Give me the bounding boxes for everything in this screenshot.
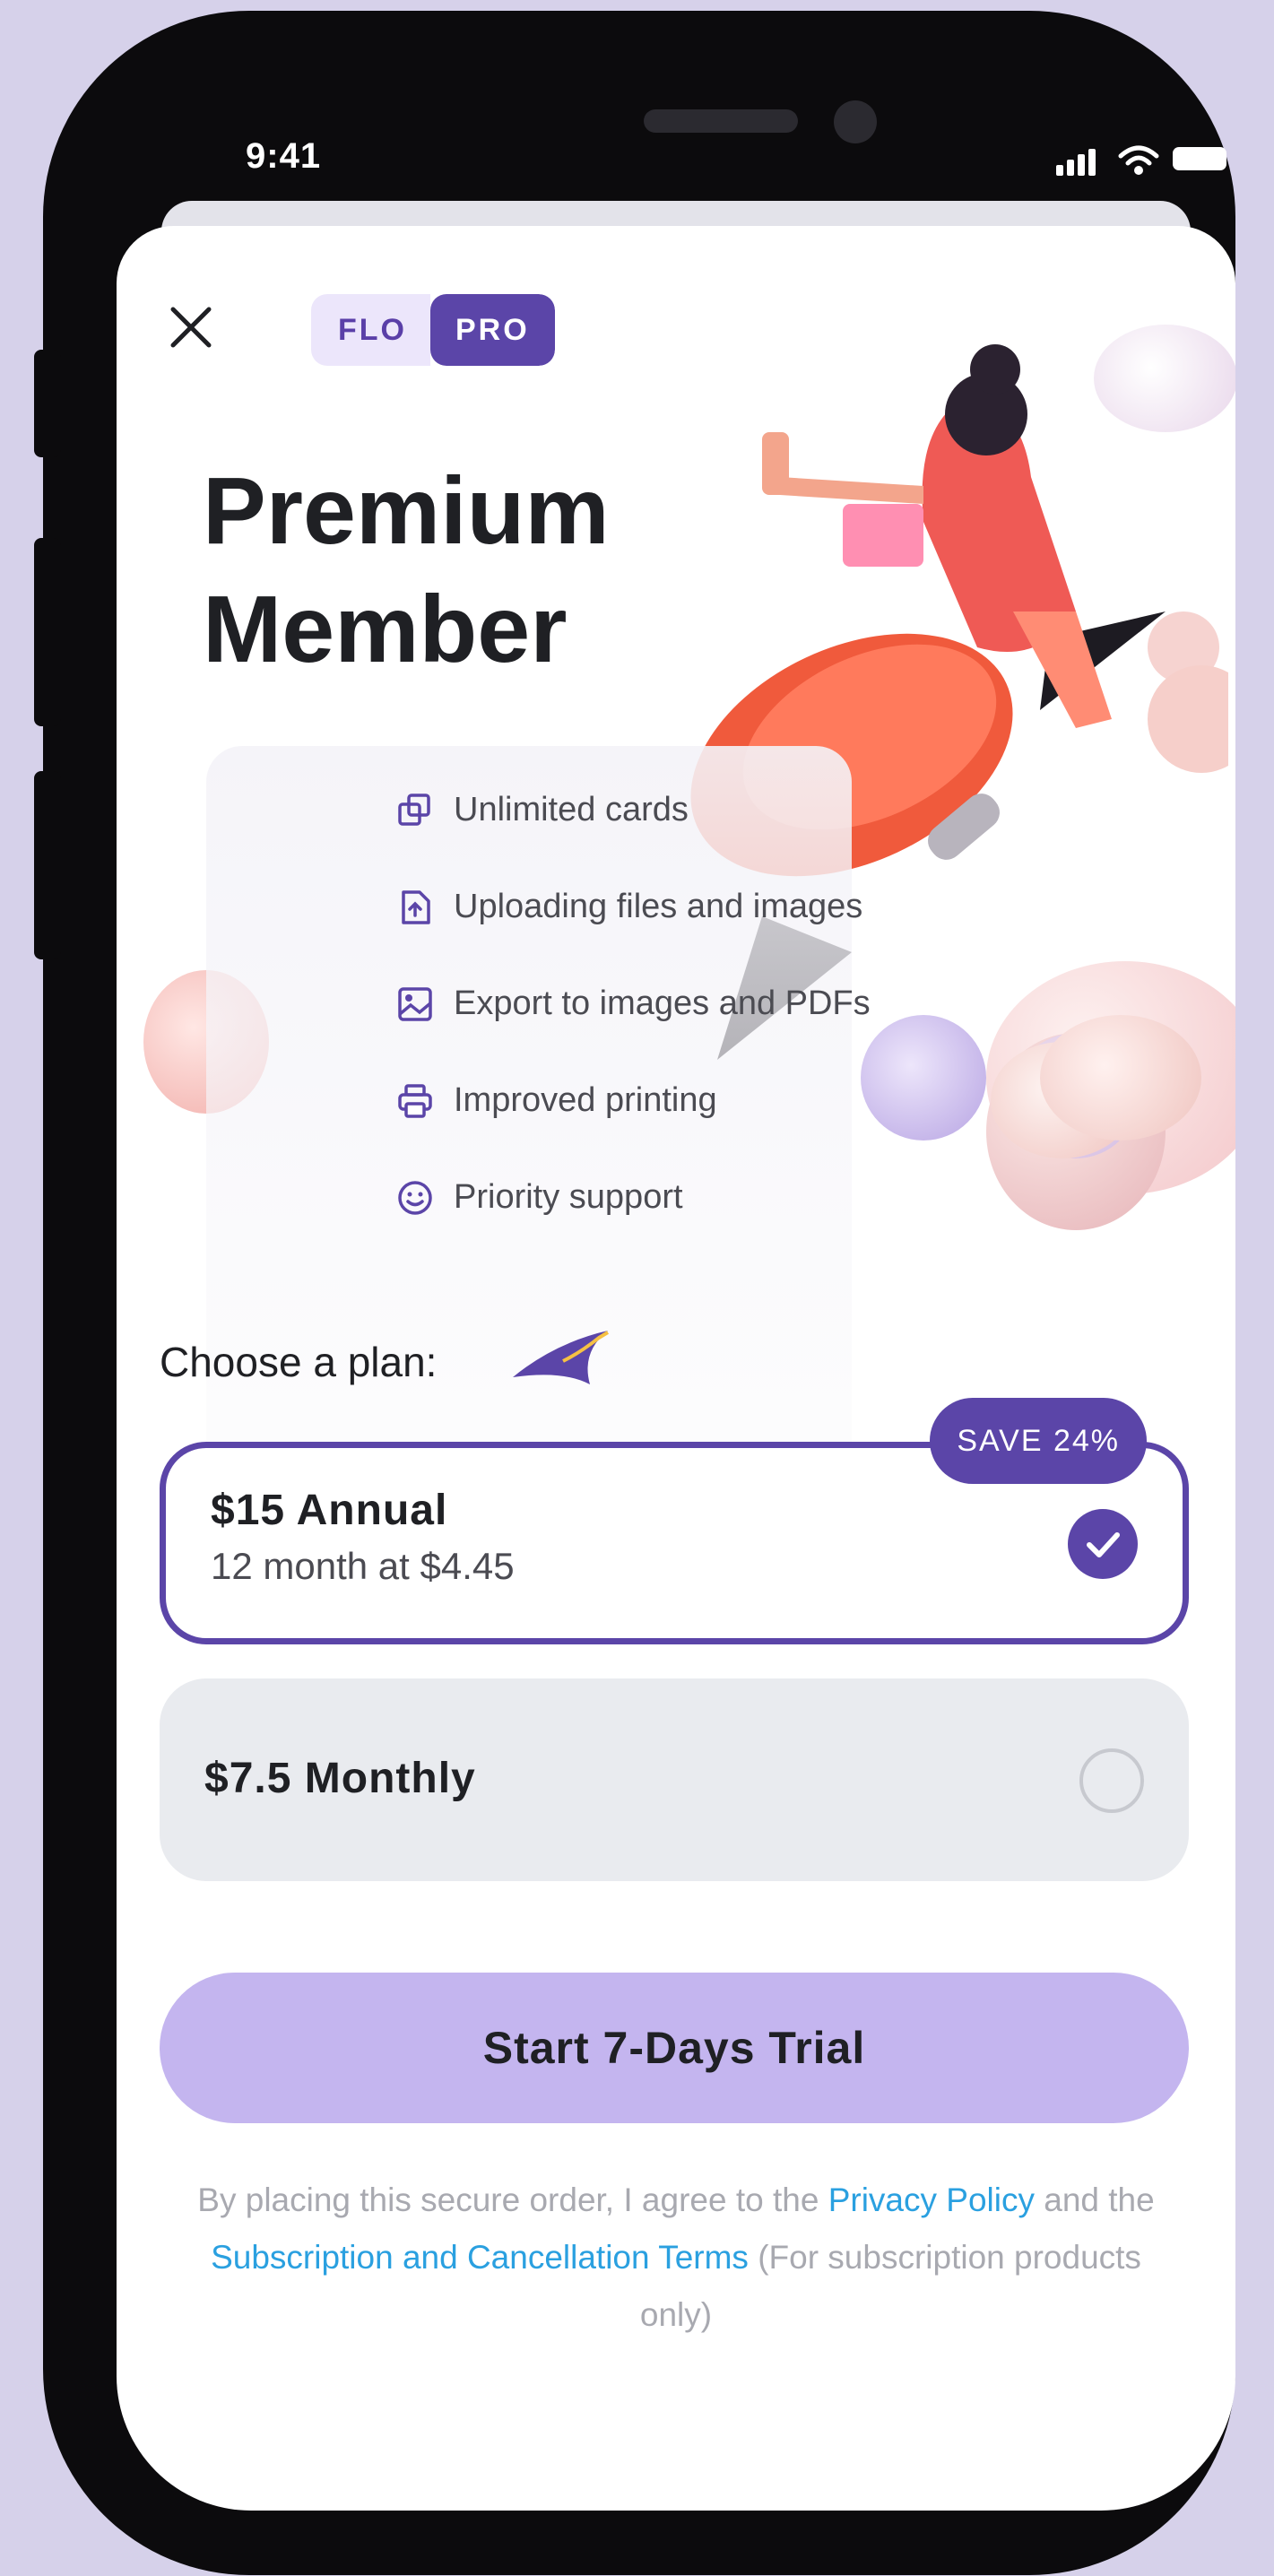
plan-monthly-option[interactable]: $7.5 Monthly xyxy=(160,1678,1189,1881)
battery-icon xyxy=(1173,147,1226,170)
status-time: 9:41 xyxy=(246,136,322,176)
start-trial-button[interactable]: Start 7-Days Trial xyxy=(160,1973,1189,2123)
close-icon[interactable] xyxy=(166,302,216,352)
feature-label: Improved printing xyxy=(454,1081,717,1119)
subscription-terms-link[interactable]: Subscription and Cancellation Terms xyxy=(211,2239,749,2276)
copy-icon xyxy=(398,793,430,826)
feature-label: Export to images and PDFs xyxy=(454,984,871,1022)
volume-up-button xyxy=(34,538,61,726)
paywall-sheet: FLO PRO Premium Member Unlimited cards U… xyxy=(117,226,1235,2511)
plan-annual-name: $15 Annual xyxy=(211,1487,448,1534)
front-camera xyxy=(834,100,877,143)
status-icons xyxy=(1056,145,1244,176)
file-upload-icon xyxy=(402,889,430,924)
legal-part-1: By placing this secure order, I agree to… xyxy=(197,2181,828,2218)
choose-plan-text: Choose a plan: xyxy=(160,1339,438,1385)
title-line-1: Premium xyxy=(203,458,610,564)
feature-item: Priority support xyxy=(396,1178,683,1217)
feature-item: Uploading files and images xyxy=(396,888,862,926)
save-badge: SAVE 24% xyxy=(930,1398,1147,1484)
image-icon xyxy=(398,986,432,1021)
legal-part-2: and the xyxy=(1034,2181,1155,2218)
radio-icon xyxy=(1079,1748,1144,1813)
feature-item: Improved printing xyxy=(396,1081,717,1120)
features-panel xyxy=(206,746,852,1526)
plan-annual-sub: 12 month at $4.45 xyxy=(211,1545,515,1587)
wifi-icon xyxy=(1118,145,1159,175)
printer-icon xyxy=(398,1083,432,1118)
feature-label: Uploading files and images xyxy=(454,888,863,925)
page-title: Premium Member xyxy=(203,452,705,689)
bird-icon xyxy=(513,1331,610,1384)
feature-label: Unlimited cards xyxy=(454,791,689,828)
badge-pro: PRO xyxy=(429,294,555,366)
choose-plan-label: Choose a plan: xyxy=(160,1331,610,1386)
feature-item: Unlimited cards xyxy=(396,791,689,829)
silent-switch xyxy=(34,350,61,457)
feature-item: Export to images and PDFs xyxy=(396,984,871,1023)
title-line-2: Member xyxy=(203,577,568,682)
speaker-grille xyxy=(644,109,798,133)
volume-down-button xyxy=(34,771,61,959)
flo-pro-badge: FLO PRO xyxy=(311,294,555,366)
privacy-policy-link[interactable]: Privacy Policy xyxy=(828,2181,1035,2218)
smile-icon xyxy=(398,1180,432,1215)
legal-text: By placing this secure order, I agree to… xyxy=(179,2172,1173,2344)
check-icon xyxy=(1068,1509,1138,1579)
plan-annual-option[interactable]: SAVE 24% $15 Annual 12 month at $4.45 xyxy=(160,1398,1189,1644)
feature-label: Priority support xyxy=(454,1178,683,1216)
plan-monthly-name: $7.5 Monthly xyxy=(204,1755,476,1802)
badge-flo: FLO xyxy=(311,294,430,366)
